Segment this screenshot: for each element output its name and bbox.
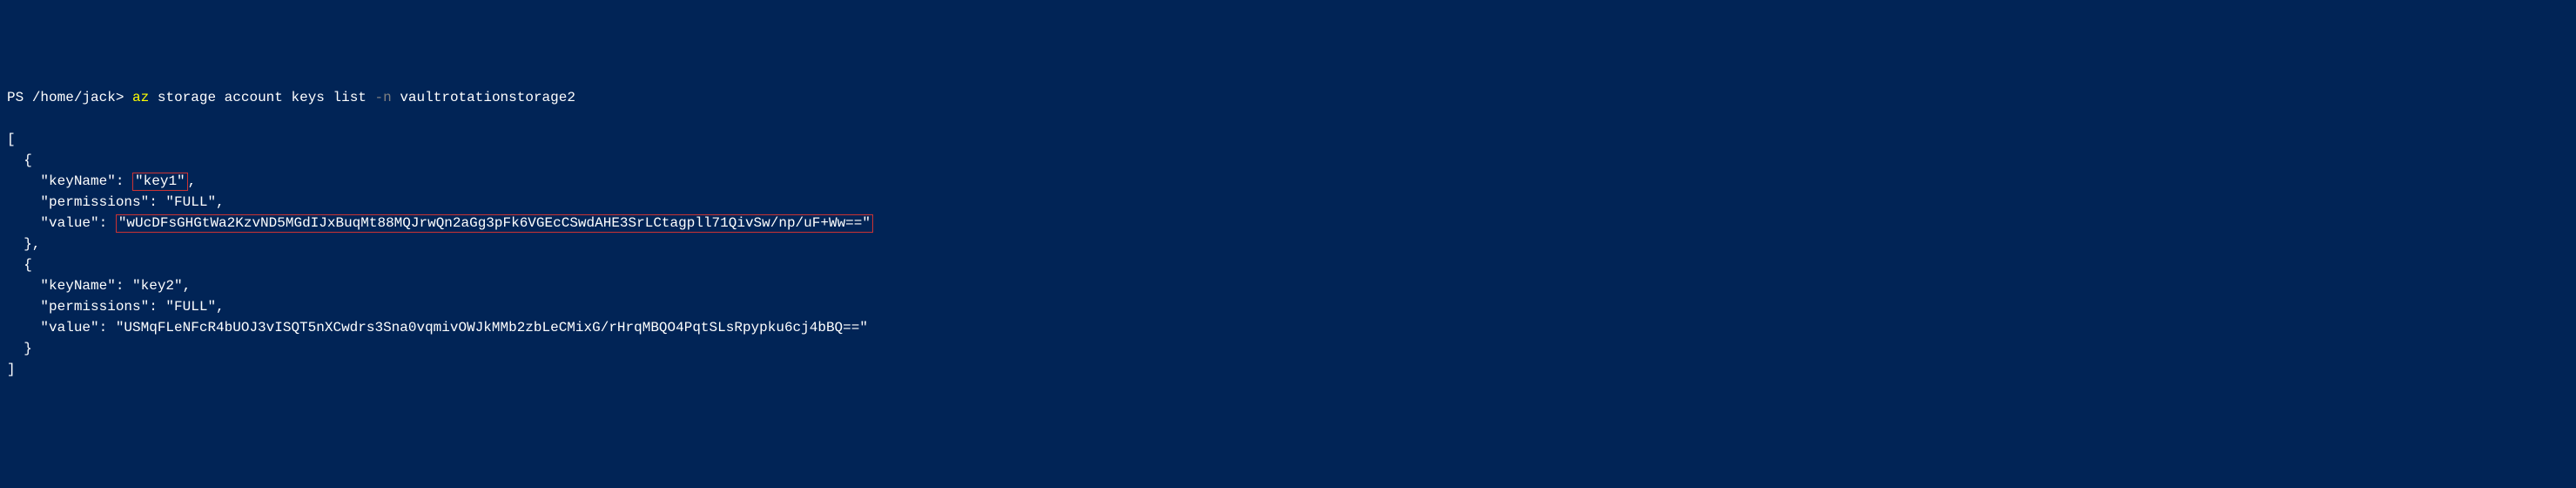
command-line[interactable]: PS /home/jack> az storage account keys l…: [7, 87, 2569, 108]
cmd-az: az: [132, 90, 149, 105]
key1-permissions: "permissions": "FULL",: [7, 194, 225, 210]
cmd-value: vaultrotationstorage2: [400, 90, 575, 105]
key1-value-label: "value":: [7, 215, 116, 231]
key1-name-comma: ,: [188, 173, 197, 189]
key2-name: "keyName": "key2",: [7, 278, 191, 294]
key1-value-line: "value": "wUcDFsGHGtWa2KzvND5MGdIJxBuqMt…: [7, 215, 873, 231]
prompt-gt: >: [116, 90, 124, 105]
key1-name-label: "keyName":: [7, 173, 132, 189]
cmd-flag: -n: [375, 90, 392, 105]
key1-value-highlight: "wUcDFsGHGtWa2KzvND5MGdIJxBuqMt88MQJrwQn…: [116, 214, 873, 233]
json-brace-close1: },: [7, 236, 40, 252]
key1-name-highlight: "key1": [132, 173, 188, 191]
key1-name-line: "keyName": "key1",: [7, 173, 196, 189]
json-bracket-open: [: [7, 132, 16, 147]
prompt-ps: PS: [7, 90, 24, 105]
json-brace-open: {: [7, 152, 32, 168]
json-bracket-close: ]: [7, 362, 16, 377]
key2-value: "value": "USMqFLeNFcR4bUOJ3vISQT5nXCwdrs…: [7, 320, 868, 336]
terminal-output: PS /home/jack> az storage account keys l…: [7, 87, 2569, 380]
cmd-args: storage account keys list: [158, 90, 367, 105]
key2-permissions: "permissions": "FULL",: [7, 299, 225, 315]
json-brace-close2: }: [7, 341, 32, 356]
prompt-path: /home/jack: [32, 90, 116, 105]
json-brace-open2: {: [7, 257, 32, 273]
